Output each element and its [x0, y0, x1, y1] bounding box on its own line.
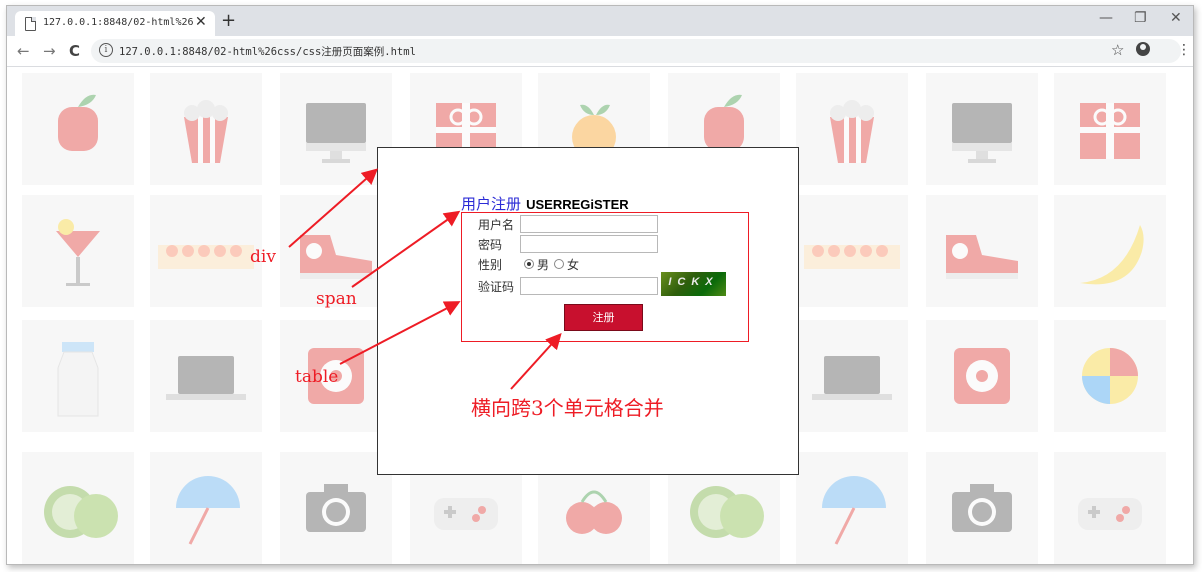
url-text[interactable]: 127.0.0.1:8848/02-html%26css/css注册页面案例.h… [119, 44, 416, 59]
minimize-button[interactable]: — [1099, 10, 1113, 26]
arrow-to-div [288, 168, 378, 248]
annotation-arrows [288, 168, 562, 390]
bookmark-star-icon[interactable]: ☆ [1111, 41, 1124, 59]
arrow-to-table [339, 301, 461, 365]
arrow-to-span [351, 210, 461, 288]
page-icon [25, 17, 36, 31]
reload-button[interactable]: C [69, 42, 80, 60]
browser-menu-icon[interactable]: ⋮ [1177, 42, 1191, 58]
back-button[interactable]: ← [17, 42, 30, 60]
page-viewport: 用户注册 USERREGiSTER 用户名 密码 性别 男 女 验证码 ICKX… [7, 67, 1193, 564]
arrow-to-colspan [510, 333, 562, 390]
close-window-button[interactable]: ✕ [1170, 10, 1182, 26]
account-icon[interactable] [1136, 42, 1150, 56]
info-icon[interactable]: i [99, 43, 113, 57]
title-bar: 127.0.0.1:8848/02-html%26css/ ✕ + — ❐ ✕ [7, 6, 1193, 36]
address-bar[interactable]: i 127.0.0.1:8848/02-html%26css/css注册页面案例… [91, 39, 1181, 63]
browser-toolbar: ← → C i 127.0.0.1:8848/02-html%26css/css… [7, 36, 1193, 67]
forward-button[interactable]: → [43, 42, 56, 60]
restore-button[interactable]: ❐ [1134, 10, 1147, 26]
tab-close-icon[interactable]: ✕ [195, 14, 207, 30]
new-tab-button[interactable]: + [221, 10, 236, 31]
tab-title: 127.0.0.1:8848/02-html%26css/ [43, 17, 193, 28]
browser-window: 127.0.0.1:8848/02-html%26css/ ✕ + — ❐ ✕ … [6, 5, 1194, 565]
browser-tab[interactable]: 127.0.0.1:8848/02-html%26css/ ✕ [15, 11, 215, 36]
